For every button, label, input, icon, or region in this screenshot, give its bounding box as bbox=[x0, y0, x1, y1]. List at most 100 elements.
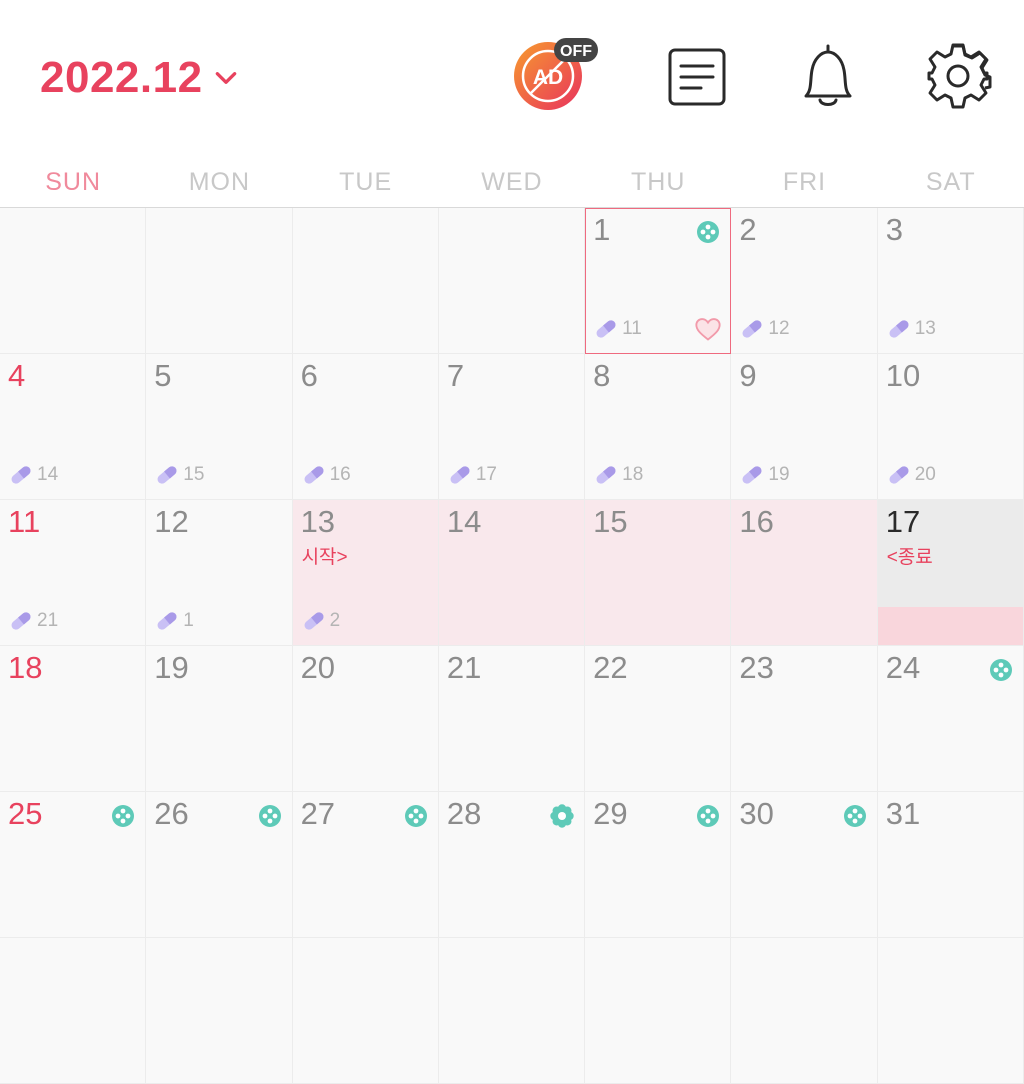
period-note: 시작> bbox=[301, 547, 348, 568]
calendar-day-cell[interactable]: 31 bbox=[877, 792, 1024, 938]
pill-icon bbox=[11, 612, 31, 630]
calendar-empty-cell bbox=[0, 208, 147, 354]
pill-count: 18 bbox=[622, 464, 644, 485]
period-note: <종료 bbox=[886, 547, 933, 568]
calendar-day-cell[interactable]: 29 bbox=[585, 792, 732, 938]
calendar-empty-cell bbox=[292, 938, 439, 1084]
pill-icon bbox=[596, 466, 616, 484]
day-number: 20 bbox=[300, 650, 336, 685]
day-number: 22 bbox=[593, 650, 628, 685]
calendar-day-cell[interactable]: 16 bbox=[731, 500, 878, 646]
pill-indicator: 18 bbox=[594, 463, 643, 487]
pill-indicator: 16 bbox=[302, 463, 351, 487]
calendar-day-cell[interactable]: 15 bbox=[585, 500, 732, 646]
pill-indicator: 12 bbox=[740, 317, 790, 341]
calendar-day-cell[interactable]: 3 13 bbox=[877, 208, 1024, 354]
day-number: 21 bbox=[446, 650, 482, 685]
bell-icon bbox=[804, 44, 852, 106]
flower-icon bbox=[112, 805, 135, 827]
pill-indicator: 19 bbox=[740, 463, 790, 487]
pill-icon bbox=[889, 320, 909, 338]
weekday-wed: WED bbox=[481, 168, 543, 196]
calendar-day-cell[interactable]: 23 bbox=[731, 646, 878, 792]
diary-list-button[interactable] bbox=[660, 40, 732, 112]
day-number: 13 bbox=[300, 504, 336, 539]
calendar-empty-cell bbox=[292, 208, 439, 354]
pill-indicator: 21 bbox=[9, 609, 58, 633]
calendar-day-cell[interactable]: 28 bbox=[438, 792, 586, 938]
weekday-mon: MON bbox=[188, 168, 251, 196]
pill-indicator: 14 bbox=[9, 463, 58, 487]
pill-indicator: 2 bbox=[302, 609, 340, 633]
day-number: 27 bbox=[300, 796, 336, 831]
calendar-day-cell[interactable]: 2 12 bbox=[731, 208, 878, 354]
day-number: 3 bbox=[885, 212, 903, 247]
flower-icon bbox=[843, 805, 866, 827]
calendar-day-cell[interactable]: 24 bbox=[877, 646, 1024, 792]
period-end-bar bbox=[877, 607, 1023, 645]
calendar-day-cell[interactable]: 10 20 bbox=[877, 354, 1024, 500]
calendar-empty-cell bbox=[731, 938, 878, 1084]
calendar-day-cell[interactable]: 17 <종료 bbox=[877, 500, 1024, 646]
pill-count: 20 bbox=[914, 464, 936, 485]
month-selector[interactable]: 2022.12 bbox=[40, 50, 239, 106]
pill-icon bbox=[11, 466, 31, 484]
calendar-day-cell[interactable]: 30 bbox=[731, 792, 878, 938]
calendar-day-cell[interactable]: 5 15 bbox=[146, 354, 293, 500]
day-number: 14 bbox=[446, 504, 482, 539]
calendar-day-cell[interactable]: 25 bbox=[0, 792, 147, 938]
day-number: 19 bbox=[154, 650, 189, 685]
gear-icon bbox=[927, 43, 992, 109]
calendar-day-cell[interactable]: 8 18 bbox=[585, 354, 732, 500]
calendar-empty-cell bbox=[438, 938, 586, 1084]
weekday-header: SUN MON TUE WED THU FRI SAT bbox=[0, 160, 1024, 206]
weekday-fri: FRI bbox=[782, 168, 827, 196]
notification-button[interactable] bbox=[792, 40, 864, 112]
day-number: 17 bbox=[885, 504, 921, 539]
calendar-day-cell[interactable]: 13 시작> 2 bbox=[292, 500, 439, 646]
calendar-day-cell[interactable]: 18 bbox=[0, 646, 147, 792]
pill-count: 14 bbox=[37, 464, 59, 485]
month-label: 2022.12 bbox=[40, 53, 203, 102]
calendar-empty-cell bbox=[146, 938, 293, 1084]
pill-icon bbox=[304, 466, 324, 484]
pill-icon bbox=[304, 612, 324, 630]
pill-indicator: 1 bbox=[155, 609, 194, 633]
calendar-day-cell[interactable]: 12 1 bbox=[146, 500, 293, 646]
pill-count: 15 bbox=[183, 464, 205, 485]
calendar-day-cell[interactable]: 4 14 bbox=[0, 354, 147, 500]
day-number: 7 bbox=[446, 358, 465, 393]
chevron-down-icon bbox=[215, 72, 236, 84]
day-number: 15 bbox=[593, 504, 628, 539]
day-number: 9 bbox=[739, 358, 757, 393]
day-number: 2 bbox=[739, 212, 757, 247]
weekday-tue: TUE bbox=[339, 168, 393, 196]
pill-indicator: 17 bbox=[448, 463, 497, 487]
pill-count: 12 bbox=[768, 318, 790, 339]
settings-button[interactable] bbox=[922, 40, 994, 112]
weekday-sat: SAT bbox=[925, 168, 976, 196]
calendar-day-cell[interactable]: 20 bbox=[292, 646, 439, 792]
calendar-day-cell[interactable]: 26 bbox=[146, 792, 293, 938]
day-number: 18 bbox=[8, 650, 43, 685]
calendar-day-cell[interactable]: 9 19 bbox=[731, 354, 878, 500]
pill-icon bbox=[157, 466, 177, 484]
calendar-day-cell[interactable]: 21 bbox=[438, 646, 586, 792]
calendar-day-cell[interactable]: 7 17 bbox=[438, 354, 586, 500]
pill-icon bbox=[889, 466, 909, 484]
calendar-day-cell[interactable]: 19 bbox=[146, 646, 293, 792]
calendar-day-cell[interactable]: 1 11 bbox=[585, 208, 732, 354]
calendar-day-cell[interactable]: 6 16 bbox=[292, 354, 439, 500]
pill-count: 1 bbox=[183, 610, 194, 631]
pill-indicator: 13 bbox=[887, 317, 936, 341]
calendar-day-cell[interactable]: 11 21 bbox=[0, 500, 147, 646]
calendar-day-cell[interactable]: 14 bbox=[438, 500, 586, 646]
day-number: 28 bbox=[446, 796, 482, 831]
calendar-day-cell[interactable]: 22 bbox=[585, 646, 732, 792]
pill-count: 17 bbox=[475, 464, 497, 485]
ad-toggle-button[interactable]: AD OFF bbox=[508, 36, 600, 116]
day-number: 24 bbox=[885, 650, 921, 685]
weekday-sun: SUN bbox=[45, 168, 102, 196]
day-number: 5 bbox=[154, 358, 172, 393]
calendar-day-cell[interactable]: 27 bbox=[292, 792, 439, 938]
